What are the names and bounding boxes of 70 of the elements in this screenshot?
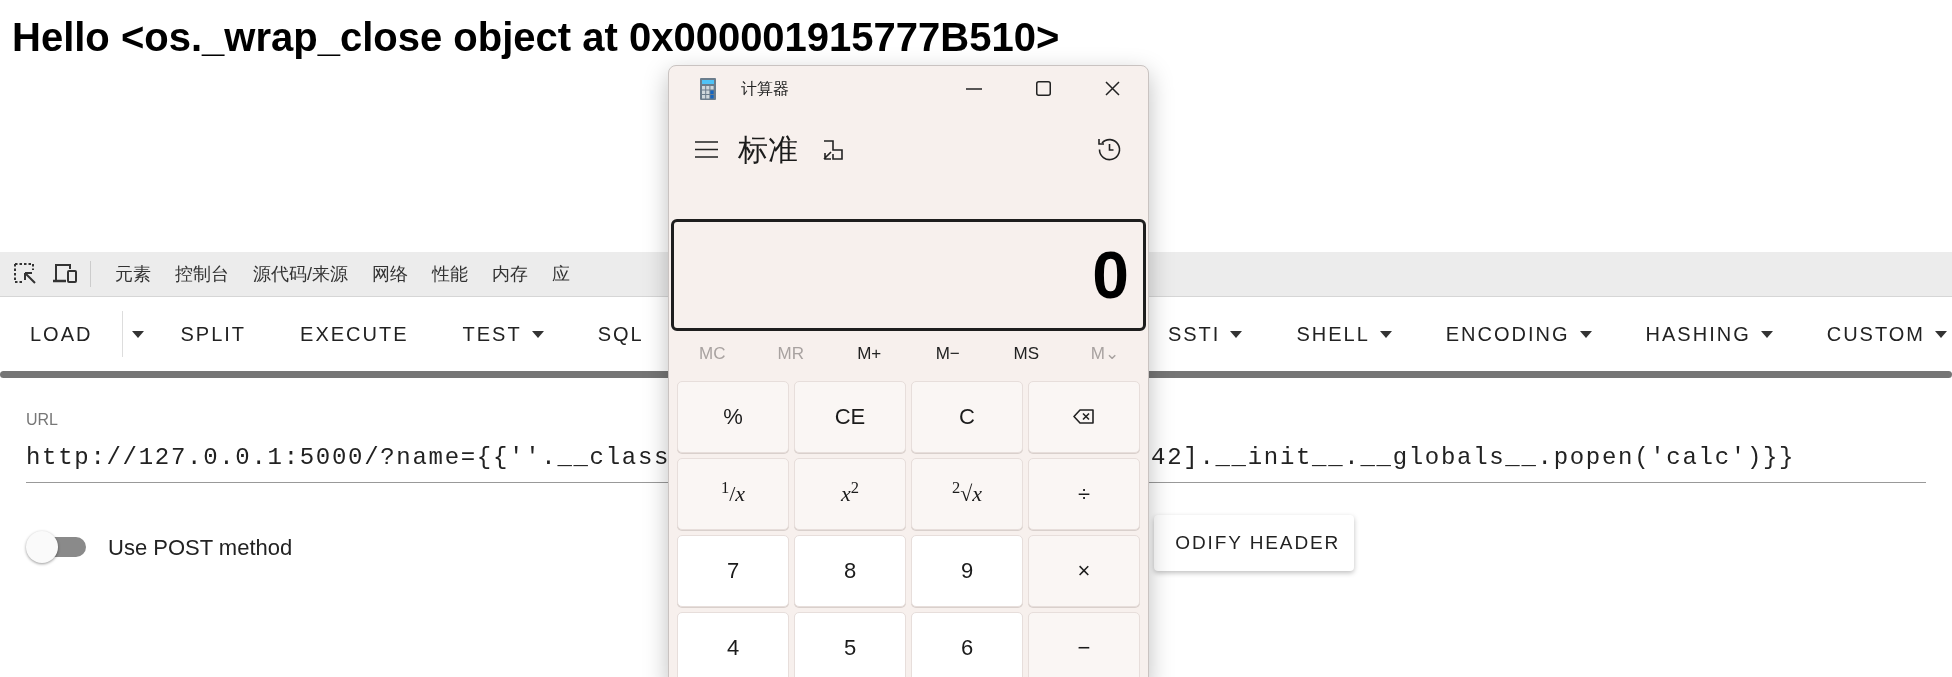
button-label: CUSTOM (1826, 322, 1925, 347)
button-label: SQL (597, 322, 644, 347)
calculator-key[interactable]: 7 (677, 535, 789, 607)
calculator-key[interactable]: $^{2}$√x (911, 458, 1023, 530)
devtools-tab[interactable]: 控制台 (163, 260, 241, 288)
button-label: SSTI (1167, 322, 1221, 347)
calculator-key[interactable]: CE (794, 381, 906, 453)
calculator-key[interactable]: C (911, 381, 1023, 453)
caret-icon (1230, 330, 1243, 338)
toolbar-button[interactable]: SSTI (1164, 297, 1270, 371)
caret-icon (132, 330, 145, 338)
toolbar-button[interactable]: SQL (570, 297, 671, 371)
inspect-icon[interactable] (14, 263, 38, 285)
url-label: URL (26, 410, 58, 430)
modify-header-button[interactable]: ODIFY HEADER (1154, 515, 1355, 571)
toolbar-button[interactable]: CUSTOM (1799, 297, 1952, 371)
calculator-key[interactable]: $^{1}$/x (677, 458, 789, 530)
memory-button[interactable]: MS (987, 341, 1066, 367)
devtools-tab[interactable]: 内存 (480, 260, 540, 288)
window-title: 计算器 (741, 78, 789, 99)
calculator-key[interactable]: 8 (794, 535, 906, 607)
close-icon[interactable] (1105, 81, 1120, 97)
toolbar-button[interactable]: LOAD (0, 297, 123, 371)
url-text: http://127.0.0.1:5000/?name={{''.__class (26, 443, 671, 473)
url-text: 42].__init__.__globals__.popen('calc')}} (1151, 443, 1796, 473)
keep-on-top-icon[interactable] (822, 138, 844, 161)
backspace-icon (1073, 409, 1095, 425)
caret-icon (1760, 330, 1773, 338)
toolbar-button[interactable]: TEST (435, 297, 571, 371)
menu-icon[interactable] (695, 141, 718, 159)
button-label: ENCODING (1445, 322, 1570, 347)
memory-button[interactable]: M− (908, 341, 987, 367)
calculator-key[interactable]: ÷ (1028, 458, 1140, 530)
toggle-label: Use POST method (108, 533, 293, 562)
button-label: TEST (462, 322, 522, 347)
maximize-icon[interactable] (1036, 81, 1051, 97)
caret-icon (531, 330, 544, 338)
toolbar-button[interactable]: SPLIT (153, 297, 274, 371)
caret-icon (1935, 330, 1947, 338)
devtools-tab[interactable]: 应 (540, 260, 582, 288)
devtools-tab[interactable]: 源代码/来源 (241, 260, 360, 288)
memory-button[interactable]: M+ (830, 341, 909, 367)
button-label: SHELL (1296, 322, 1370, 347)
mode-title: 标准 (738, 132, 798, 169)
caret-icon (1379, 330, 1392, 338)
calculator-key[interactable]: % (677, 381, 789, 453)
devtools-tab[interactable]: 性能 (420, 260, 480, 288)
toolbar-button[interactable]: SHELL (1269, 297, 1419, 371)
caret-icon (1579, 330, 1592, 338)
button-label: SPLIT (180, 322, 247, 347)
minimize-icon[interactable] (966, 87, 982, 90)
toolbar-button[interactable]: ENCODING (1418, 297, 1619, 371)
devtools-tab[interactable]: 元素 (103, 260, 163, 288)
devtools-tab[interactable]: 网络 (360, 260, 420, 288)
calculator-key[interactable]: 9 (911, 535, 1023, 607)
calculator-key[interactable]: x$^{2}$ (794, 458, 906, 530)
calculator-key[interactable]: 4 (677, 612, 789, 677)
calculator-key[interactable]: − (1028, 612, 1140, 677)
toolbar-button[interactable]: EXECUTE (273, 297, 436, 371)
calculator-icon (700, 77, 716, 100)
button-label: HASHING (1645, 322, 1751, 347)
page-heading: Hello <os._wrap_close object at 0x000001915777B510> (11, 14, 1061, 61)
calculator-key[interactable]: 6 (911, 612, 1023, 677)
history-icon[interactable] (1097, 137, 1122, 163)
result-display: 0 (671, 219, 1146, 332)
toolbar-button[interactable]: HASHING (1618, 297, 1800, 371)
calculator-key[interactable]: × (1028, 535, 1140, 607)
calculator-key[interactable]: 5 (794, 612, 906, 677)
device-icon[interactable] (52, 263, 78, 285)
button-label: EXECUTE (300, 322, 409, 347)
